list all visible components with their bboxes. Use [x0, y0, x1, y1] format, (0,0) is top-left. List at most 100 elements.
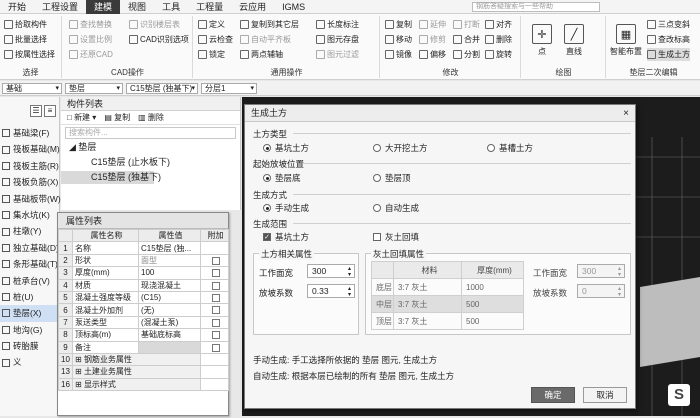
table-row[interactable]: 中层 3:7 灰土 500 — [371, 295, 524, 313]
close-icon[interactable]: × — [623, 105, 629, 122]
nav-item[interactable]: 基础板带(W) — [0, 191, 61, 207]
table-row[interactable]: 16 ⊞ 显示样式 — [58, 377, 229, 392]
nav-item[interactable]: 桩(U) — [0, 289, 59, 305]
cloud-check-button[interactable]: 云检查 — [198, 33, 233, 46]
component-search-input[interactable]: 搜索构件... — [65, 127, 236, 139]
split-button[interactable]: 分割 — [453, 48, 480, 61]
type-select[interactable]: 垫层 — [65, 82, 123, 94]
nav-item[interactable]: 筏板主筋(R) — [0, 158, 59, 174]
element-save-button[interactable]: 图元存盘 — [316, 33, 359, 46]
align-button[interactable]: 对齐 — [485, 18, 512, 31]
table-row[interactable]: 1 名称 C15垫层 (独... — [58, 241, 229, 255]
property-value[interactable]: (混凝土泵) — [138, 315, 201, 330]
move-button[interactable]: 移动 — [385, 33, 412, 46]
table-row[interactable]: 5 混凝土强度等级 (C15) — [58, 290, 229, 305]
property-value[interactable]: (无) — [138, 303, 201, 317]
attach-checkbox[interactable] — [211, 256, 220, 265]
attach-checkbox[interactable] — [211, 281, 220, 290]
expand-icon[interactable]: ⊞ — [75, 380, 84, 389]
table-row[interactable]: 2 形状 面型 — [58, 253, 229, 268]
radio-foundation-pit[interactable]: 基坑土方 — [263, 142, 309, 154]
property-value[interactable]: C15垫层 (独... — [138, 241, 201, 255]
copy-component-button[interactable]: ▤ 复制 — [104, 112, 130, 123]
expand-icon[interactable]: ⊞ — [75, 355, 84, 364]
trim-button[interactable]: 修剪 — [419, 33, 446, 46]
table-row[interactable]: 8 顶标高(m) 基础底标高 — [58, 328, 229, 342]
nav-item[interactable]: 柱墩(Y) — [0, 223, 59, 239]
radio-cushion-bottom[interactable]: 垫层底 — [263, 172, 301, 184]
attach-checkbox[interactable] — [211, 318, 220, 327]
menu-start[interactable]: 开始 — [0, 0, 34, 14]
select-by-property-button[interactable]: 按属性选择 — [4, 48, 55, 61]
tree-item-c15-isolated-footing[interactable]: C15垫层 (独基下) — [61, 171, 161, 184]
radio-cushion-top[interactable]: 垫层顶 — [373, 172, 411, 184]
category-select[interactable]: 基础 — [2, 82, 62, 94]
list-view-icon[interactable]: ☰ — [30, 105, 42, 117]
radio-open-excavation[interactable]: 大开挖土方 — [373, 142, 428, 154]
cad-recognition-options-button[interactable]: CAD识别选项 — [129, 33, 189, 46]
radio-manual-generate[interactable]: 手动生成 — [263, 202, 309, 214]
nav-item[interactable]: 基础梁(F) — [0, 125, 59, 141]
tree-root-cushion[interactable]: ◢ 垫层 — [61, 141, 240, 154]
define-button[interactable]: 定义 — [198, 18, 225, 31]
ok-button[interactable]: 确定 — [531, 387, 575, 403]
element-filter-button[interactable]: 图元过滤 — [316, 48, 359, 61]
attach-checkbox[interactable] — [211, 306, 220, 315]
layer-select[interactable]: 分层1 — [201, 82, 257, 94]
table-row[interactable]: 4 材质 现浇混凝土 — [58, 278, 229, 292]
property-value[interactable]: 现浇混凝土 — [138, 278, 201, 292]
attach-checkbox[interactable] — [211, 269, 220, 278]
lock-button[interactable]: 锁定 — [198, 48, 225, 61]
generate-earthwork-button[interactable]: 生成土方 — [647, 48, 690, 61]
recognize-floor-table-button[interactable]: 识别楼层表 — [129, 18, 180, 31]
table-row[interactable]: 3 厚度(mm) 100 — [58, 266, 229, 280]
restore-cad-button[interactable]: 还原CAD — [69, 48, 113, 61]
cancel-button[interactable]: 取消 — [583, 387, 627, 403]
nav-item[interactable]: 集水坑(K) — [0, 207, 59, 223]
table-row[interactable]: 7 泵送类型 (混凝土泵) — [58, 315, 229, 330]
table-row[interactable]: 10 ⊞ 钢筋业务属性 — [58, 352, 229, 367]
length-dimension-button[interactable]: 长度标注 — [316, 18, 359, 31]
radio-foundation-trench[interactable]: 基槽土方 — [487, 142, 533, 154]
table-row[interactable]: 6 混凝土外加剂 (无) — [58, 303, 229, 317]
property-value[interactable]: 面型 — [138, 253, 201, 268]
menu-modeling[interactable]: 建模 — [86, 0, 121, 14]
table-row[interactable]: 9 备注 — [58, 340, 229, 354]
mirror-button[interactable]: 镜像 — [385, 48, 412, 61]
find-replace-button[interactable]: 查找替换 — [69, 18, 112, 31]
menu-igms[interactable]: IGMS — [274, 0, 313, 14]
tree-view-icon[interactable]: ≡ — [44, 105, 56, 117]
pick-component-button[interactable]: 拾取构件 — [4, 18, 47, 31]
lime-slope-factor-input[interactable]: 0 — [577, 284, 625, 298]
radio-auto-generate[interactable]: 自动生成 — [373, 202, 419, 214]
expand-icon[interactable]: ⊞ — [75, 367, 84, 376]
draw-point-button[interactable]: ✛ 点 — [530, 24, 554, 57]
rotate-button[interactable]: 旋转 — [485, 48, 512, 61]
nav-item[interactable]: 独立基础(D) — [0, 240, 59, 256]
slope-factor-input[interactable]: 0.33 — [307, 284, 355, 298]
smart-layout-button[interactable]: ▦ 智能布置 — [609, 24, 643, 57]
nav-item[interactable]: 垫层(X) — [0, 305, 59, 322]
attach-checkbox[interactable] — [211, 331, 220, 340]
two-point-axis-button[interactable]: 两点辅轴 — [240, 48, 283, 61]
tree-item-c15-waterstop[interactable]: C15垫层 (止水板下) — [61, 156, 240, 169]
menu-quantity[interactable]: 工程量 — [188, 0, 231, 14]
nav-item[interactable]: 筏板负筋(X) — [0, 174, 59, 190]
nav-item[interactable]: 条形基础(T) — [0, 256, 59, 272]
edit-elevation-button[interactable]: 查改标高 — [647, 33, 690, 46]
nav-item[interactable]: 义 — [0, 354, 59, 370]
menu-view[interactable]: 视图 — [120, 0, 154, 14]
property-value[interactable]: 基础底标高 — [138, 328, 201, 342]
lime-work-width-input[interactable]: 300 — [577, 264, 625, 278]
copy-button[interactable]: 复制 — [385, 18, 412, 31]
nav-item[interactable]: 桩承台(V) — [0, 273, 59, 289]
property-value[interactable] — [138, 340, 201, 354]
check-foundation-pit[interactable]: ✓ 基坑土方 — [263, 231, 309, 243]
nav-item[interactable]: 砖胎膜 — [0, 338, 59, 354]
set-scale-button[interactable]: 设置比例 — [69, 33, 112, 46]
new-component-button[interactable]: □ 新建 ▾ — [67, 112, 96, 123]
delete-button[interactable]: 删除 — [485, 33, 512, 46]
check-lime-backfill[interactable]: 灰土回填 — [373, 231, 419, 243]
attach-checkbox[interactable] — [211, 294, 220, 303]
work-width-input[interactable]: 300 — [307, 264, 355, 278]
